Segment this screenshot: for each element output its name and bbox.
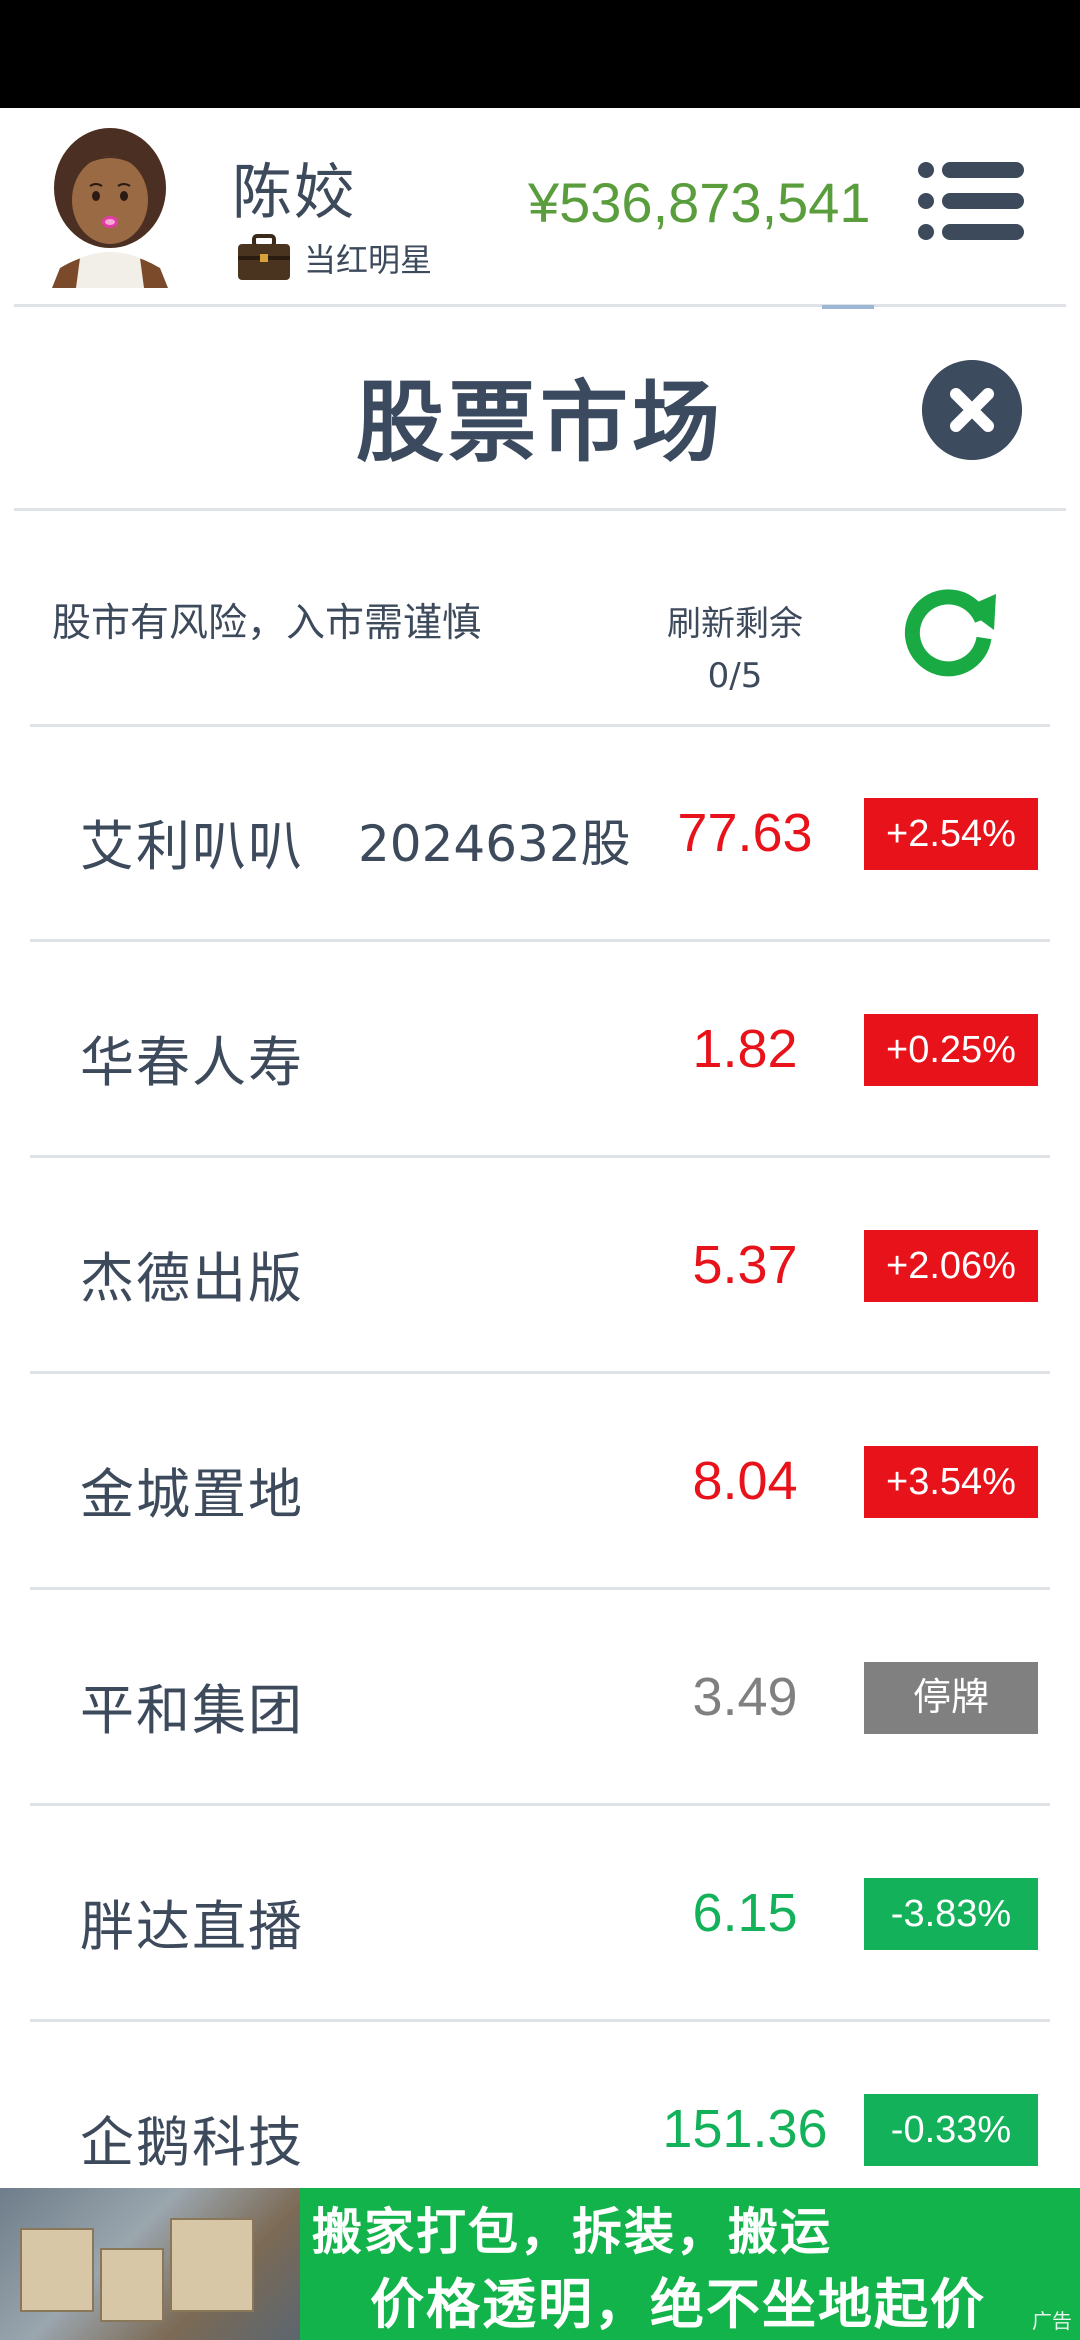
stock-price: 6.15: [692, 1883, 798, 1943]
stock-change-badge: +2.06%: [864, 1230, 1038, 1302]
stock-row[interactable]: 金城置地 8.04 +3.54%: [30, 1374, 1050, 1590]
refresh-label: 刷新剩余: [667, 604, 803, 644]
ad-box-image: [170, 2218, 254, 2312]
status-bar: [0, 0, 1080, 108]
ad-box-image: [100, 2248, 164, 2322]
stock-price: 8.04: [692, 1451, 798, 1511]
ad-line1: 搬家打包，拆装，搬运: [312, 2203, 832, 2261]
risk-warning: 股市有风险，入市需谨慎: [52, 601, 482, 646]
ad-tag: 广告: [1032, 2309, 1072, 2333]
stock-row[interactable]: 杰德出版 5.37 +2.06%: [30, 1158, 1050, 1374]
stock-price: 151.36: [662, 2099, 828, 2159]
ad-box-image: [20, 2228, 94, 2312]
header-accent: [822, 305, 874, 309]
player-title-row: 当红明星: [236, 234, 432, 282]
money-balance: ¥536,873,541: [528, 171, 871, 234]
stock-price: 1.82: [692, 1019, 798, 1079]
ad-line2: 价格透明，绝不坐地起价: [370, 2273, 986, 2336]
avatar[interactable]: [40, 118, 180, 288]
stock-row[interactable]: 华春人寿 1.82 +0.25%: [30, 942, 1050, 1158]
stock-name: 平和集团: [80, 1679, 304, 1742]
stock-row[interactable]: 平和集团 3.49 停牌: [30, 1590, 1050, 1806]
stock-change-badge: -0.33%: [864, 2094, 1038, 2166]
ad-banner[interactable]: 搬家打包，拆装，搬运 价格透明，绝不坐地起价 广告: [0, 2188, 1080, 2340]
stock-name: 胖达直播: [80, 1895, 304, 1958]
close-icon[interactable]: [922, 360, 1022, 460]
menu-icon[interactable]: [918, 160, 1026, 242]
stock-row[interactable]: 胖达直播 6.15 -3.83%: [30, 1806, 1050, 2022]
ad-photo: [0, 2188, 300, 2340]
stock-change-badge: +0.25%: [864, 1014, 1038, 1086]
stock-list: 艾利叭叭 2024632股 77.63 +2.54% 华春人寿 1.82 +0.25% 杰德出…: [30, 726, 1050, 2238]
player-header: 陈姣 当红明星 ¥536,873,541: [0, 108, 1080, 306]
player-title: 当红明星: [304, 241, 433, 279]
stock-price: 3.49: [692, 1667, 798, 1727]
header-divider: [14, 304, 1066, 307]
stock-name: 杰德出版: [80, 1247, 304, 1310]
stock-change-badge: +3.54%: [864, 1446, 1038, 1518]
stock-change-badge: +2.54%: [864, 798, 1038, 870]
panel-title: 股票市场: [355, 371, 724, 474]
stock-price: 5.37: [692, 1235, 798, 1295]
stock-holding: 2024632股: [358, 815, 631, 873]
refresh-icon[interactable]: [900, 580, 1000, 680]
stock-price: 77.63: [677, 803, 813, 863]
player-name: 陈姣: [232, 158, 356, 228]
stock-name: 华春人寿: [80, 1031, 304, 1094]
stock-change-badge: -3.83%: [864, 1878, 1038, 1950]
stock-name: 金城置地: [80, 1463, 304, 1526]
refresh-count: 0/5: [707, 656, 763, 696]
stock-change-badge: 停牌: [864, 1662, 1038, 1734]
briefcase-icon: [238, 234, 290, 280]
stock-name: 艾利叭叭: [80, 815, 304, 878]
title-divider: [14, 508, 1066, 511]
stock-name: 企鹅科技: [80, 2111, 304, 2174]
stock-row[interactable]: 艾利叭叭 2024632股 77.63 +2.54%: [30, 726, 1050, 942]
